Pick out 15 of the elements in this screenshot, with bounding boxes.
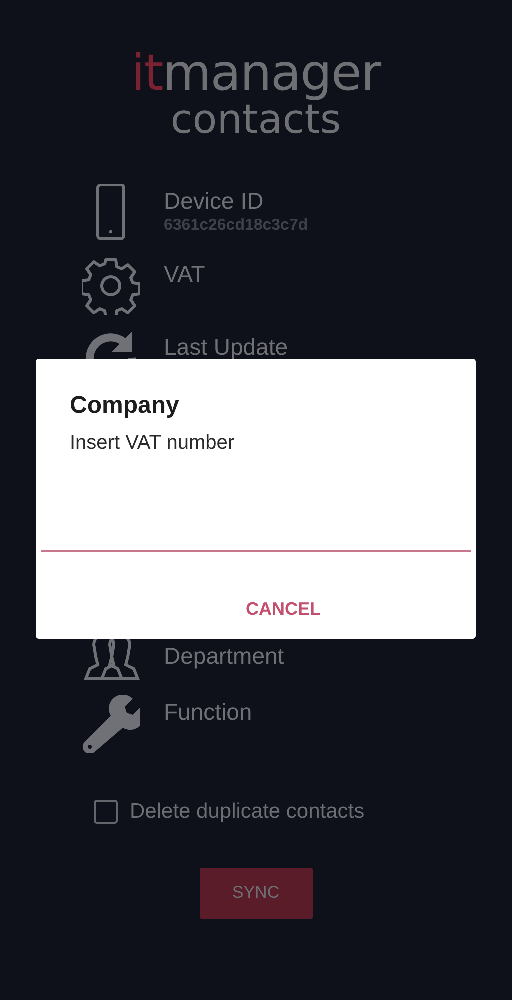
app-logo-subtitle: contacts	[170, 100, 342, 140]
dialog-message: Insert VAT number	[69, 431, 236, 456]
setting-label[interactable]: VAT	[164, 261, 206, 288]
wrench-icon	[82, 695, 140, 753]
settings-icon	[82, 257, 140, 315]
cancel-button[interactable]: CANCEL	[236, 590, 331, 630]
checkbox[interactable]	[94, 800, 118, 824]
checkbox-label: Delete duplicate contacts	[130, 799, 365, 825]
sync-button[interactable]: SYNC	[200, 868, 312, 918]
setting-label[interactable]: Last Update	[164, 334, 288, 360]
dialog-title: Company	[69, 391, 180, 420]
setting-label[interactable]: Function	[164, 699, 252, 726]
setting-label[interactable]: Device ID	[164, 188, 308, 214]
setting-label[interactable]: Department	[164, 643, 284, 670]
app-logo: itmanager	[130, 43, 382, 98]
